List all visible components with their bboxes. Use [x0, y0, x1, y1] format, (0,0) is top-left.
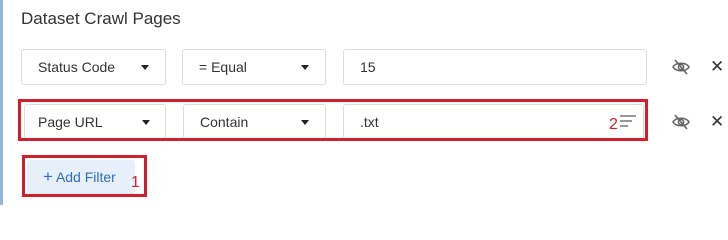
operator-select[interactable]: = Equal	[182, 49, 326, 85]
eye-off-icon[interactable]	[671, 57, 691, 77]
section-accent-bar	[0, 0, 3, 205]
annotation-highlight-row	[18, 99, 648, 141]
operator-select-value: = Equal	[199, 59, 247, 75]
annotation-marker-1: 1	[131, 174, 140, 191]
chevron-down-icon	[141, 65, 149, 70]
chevron-down-icon	[301, 65, 309, 70]
field-select-value: Status Code	[38, 59, 116, 75]
annotation-highlight-button	[22, 155, 147, 197]
close-icon[interactable]: ✕	[710, 113, 724, 131]
eye-off-icon[interactable]	[671, 112, 691, 132]
value-input[interactable]: 15	[343, 49, 647, 85]
annotation-marker-2: 2	[609, 116, 618, 133]
value-input-text: 15	[360, 59, 376, 75]
close-icon[interactable]: ✕	[710, 58, 724, 76]
field-select[interactable]: Status Code	[21, 49, 166, 85]
section-title: Dataset Crawl Pages	[21, 9, 181, 28]
